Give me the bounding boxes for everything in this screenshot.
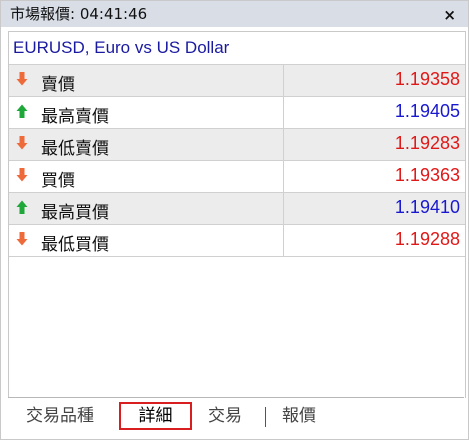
arrow-down-icon: [16, 72, 28, 86]
close-icon[interactable]: ×: [443, 6, 456, 24]
tab-details[interactable]: 詳細: [119, 402, 192, 430]
quote-name-cell: 最低買價: [9, 225, 284, 256]
arrow-down-icon: [16, 168, 28, 182]
symbol-header: EURUSD, Euro vs US Dollar: [9, 32, 465, 64]
tab-trading[interactable]: 交易: [202, 402, 248, 430]
quote-row-low-bid[interactable]: 最低賣價 1.19283: [9, 128, 465, 160]
quote-value: 1.19288: [394, 229, 460, 249]
quote-row-bid[interactable]: 賣價 1.19358: [9, 64, 465, 96]
quote-row-low-ask[interactable]: 最低買價 1.19288: [9, 224, 465, 257]
arrow-up-icon: [16, 200, 28, 214]
title-bar[interactable]: 市場報價: 04:41:46 ×: [1, 1, 468, 27]
tab-bar: 交易品種 詳細 交易 報價: [8, 397, 464, 434]
quote-label: 最低買價: [41, 235, 109, 255]
quote-value: 1.19405: [394, 101, 460, 121]
quote-name-cell: 最高賣價: [9, 97, 284, 128]
tab-separator: [265, 407, 266, 427]
details-panel: EURUSD, Euro vs US Dollar 賣價 1.19358 最高賣…: [8, 31, 466, 398]
window-title: 市場報價: 04:41:46: [10, 5, 148, 23]
tab-symbols[interactable]: 交易品種: [22, 402, 98, 430]
quote-row-high-bid[interactable]: 最高賣價 1.19405: [9, 96, 465, 128]
quote-value: 1.19283: [394, 133, 460, 153]
quote-name-cell: 賣價: [9, 65, 284, 96]
quote-label: 最高買價: [41, 203, 109, 223]
quote-label: 買價: [41, 171, 75, 191]
market-watch-window: 市場報價: 04:41:46 × EURUSD, Euro vs US Doll…: [0, 0, 469, 440]
quote-row-ask[interactable]: 買價 1.19363: [9, 160, 465, 192]
arrow-up-icon: [16, 104, 28, 118]
symbol-name: EURUSD, Euro vs US Dollar: [13, 38, 230, 57]
quote-row-high-ask[interactable]: 最高買價 1.19410: [9, 192, 465, 224]
quote-label: 賣價: [41, 75, 75, 95]
quote-value: 1.19358: [394, 69, 460, 89]
quote-label: 最高賣價: [41, 107, 109, 127]
quote-name-cell: 買價: [9, 161, 284, 192]
quote-name-cell: 最低賣價: [9, 129, 284, 160]
quote-value: 1.19363: [394, 165, 460, 185]
tab-ticks[interactable]: 報價: [276, 402, 322, 430]
arrow-down-icon: [16, 136, 28, 150]
arrow-down-icon: [16, 232, 28, 246]
quote-label: 最低賣價: [41, 139, 109, 159]
quote-name-cell: 最高買價: [9, 193, 284, 224]
quote-value: 1.19410: [394, 197, 460, 217]
